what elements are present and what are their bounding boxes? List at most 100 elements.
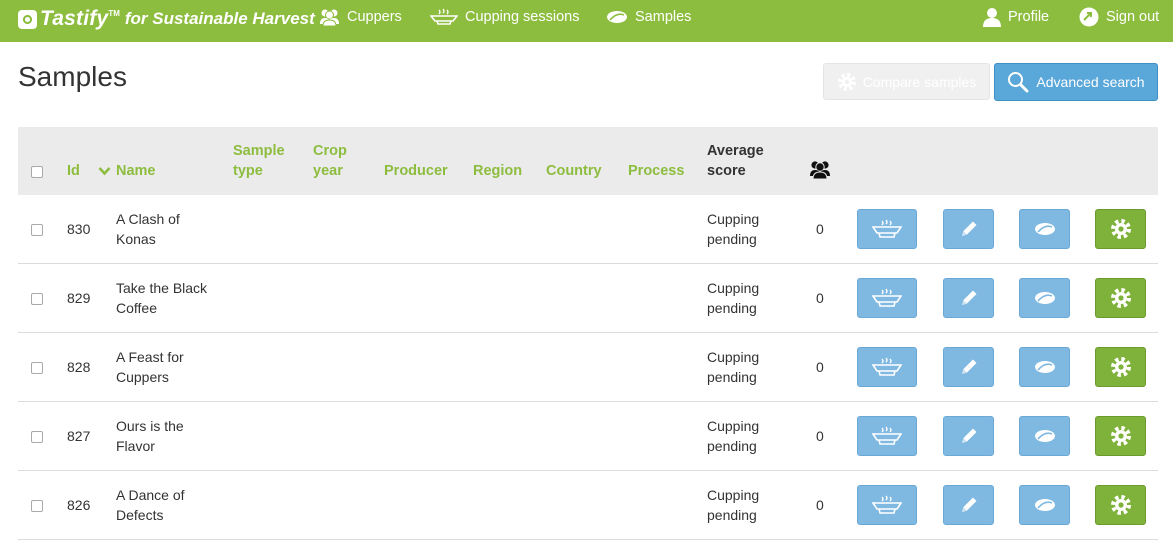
edit-sample-button[interactable]: [943, 485, 994, 525]
cup-icon: [872, 357, 902, 376]
compare-samples-button[interactable]: Compare samples: [823, 63, 990, 100]
sample-settings-button[interactable]: [1095, 416, 1146, 456]
view-sample-button[interactable]: [1019, 485, 1070, 525]
cuppers-count: 0: [816, 428, 824, 444]
average-score-line2: pending: [707, 369, 757, 385]
nav-profile[interactable]: Profile: [983, 0, 1049, 34]
cup-sample-button[interactable]: [857, 278, 917, 318]
sample-name-link[interactable]: A Feast for Cuppers: [116, 347, 184, 387]
advanced-search-button[interactable]: Advanced search: [994, 63, 1158, 101]
column-header-sample-type-line2: type: [233, 163, 263, 179]
column-header-process[interactable]: Process: [628, 161, 684, 181]
view-sample-button[interactable]: [1019, 278, 1070, 318]
row-select-checkbox[interactable]: [31, 362, 43, 374]
sample-name-line1: Ours is the: [116, 418, 184, 434]
cuppers-count: 0: [816, 359, 824, 375]
chevron-down-icon: [98, 167, 111, 176]
brand-name: Tastify: [40, 7, 109, 30]
bean-icon: [607, 11, 627, 23]
row-select-checkbox[interactable]: [31, 293, 43, 305]
cup-icon: [872, 426, 902, 445]
gear-icon: [1110, 495, 1131, 515]
sample-name-link[interactable]: A Clash of Konas: [116, 209, 180, 249]
row-select-checkbox[interactable]: [31, 431, 43, 443]
sample-id: 829: [67, 290, 91, 306]
sample-settings-button[interactable]: [1095, 278, 1146, 318]
brand-logo-link[interactable]: Tastify TM for Sustainable Harvest: [18, 6, 315, 32]
edit-sample-button[interactable]: [943, 347, 994, 387]
average-score-line1: Cupping: [707, 349, 760, 365]
nav-samples[interactable]: Samples: [606, 0, 691, 34]
cuppers-count: 0: [816, 497, 824, 513]
view-sample-button[interactable]: [1019, 347, 1070, 387]
column-header-producer[interactable]: Producer: [384, 161, 448, 181]
sample-settings-button[interactable]: [1095, 209, 1146, 249]
nav-samples-label: Samples: [635, 9, 692, 25]
cup-icon: [872, 288, 902, 307]
sample-settings-button[interactable]: [1095, 485, 1146, 525]
gear-icon: [837, 72, 856, 91]
column-header-crop-year-line1: Crop: [313, 143, 347, 159]
compare-samples-label: Compare samples: [862, 73, 977, 90]
sample-name-line2: Coffee: [116, 300, 157, 316]
column-header-crop-year[interactable]: Crop year: [313, 141, 347, 181]
nav-profile-label: Profile: [1008, 9, 1050, 25]
cup-icon: [872, 495, 902, 514]
bean-icon: [1034, 292, 1055, 304]
column-header-average-score[interactable]: Average score: [707, 141, 764, 181]
sample-settings-button[interactable]: [1095, 347, 1146, 387]
sample-name-line1: A Feast for: [116, 349, 184, 365]
sample-name-link[interactable]: A Dance of Defects: [116, 485, 185, 525]
average-score-line1: Cupping: [707, 487, 760, 503]
average-score: Cupping pending: [707, 347, 759, 387]
nav-sign-out[interactable]: Sign out: [1079, 0, 1159, 34]
average-score: Cupping pending: [707, 209, 759, 249]
brand-trademark: TM: [108, 9, 120, 18]
advanced-search-label: Advanced search: [1036, 74, 1145, 90]
nav-cuppers[interactable]: Cuppers: [319, 0, 402, 34]
sample-name-line2: Konas: [116, 231, 156, 247]
user-icon: [983, 8, 1001, 27]
column-header-country[interactable]: Country: [546, 161, 602, 181]
column-header-sample-type-line1: Sample: [233, 143, 285, 159]
cup-sample-button[interactable]: [857, 416, 917, 456]
edit-sample-button[interactable]: [943, 278, 994, 318]
table-row: 830 A Clash of Konas Cupping pending 0: [18, 195, 1158, 264]
average-score: Cupping pending: [707, 278, 759, 318]
row-select-checkbox[interactable]: [31, 224, 43, 236]
column-header-name[interactable]: Name: [98, 161, 156, 181]
brand-subtitle: for Sustainable Harvest: [124, 9, 315, 28]
pencil-icon: [961, 428, 976, 443]
column-header-region[interactable]: Region: [473, 161, 522, 181]
view-sample-button[interactable]: [1019, 416, 1070, 456]
logo-icon: [18, 9, 37, 29]
column-header-average-score-line2: score: [707, 163, 746, 179]
sample-id: 830: [67, 221, 91, 237]
nav-cuppers-label: Cuppers: [347, 9, 402, 25]
edit-sample-button[interactable]: [943, 209, 994, 249]
pencil-icon: [961, 221, 976, 236]
column-header-average-score-line1: Average: [707, 143, 764, 159]
select-all-checkbox[interactable]: [31, 166, 43, 178]
edit-sample-button[interactable]: [943, 416, 994, 456]
cuppers-count-icon: [810, 161, 830, 179]
sample-name-line1: A Clash of: [116, 211, 180, 227]
average-score: Cupping pending: [707, 416, 759, 456]
average-score-line2: pending: [707, 438, 757, 454]
average-score: Cupping pending: [707, 485, 759, 525]
sample-name-line2: Cuppers: [116, 369, 169, 385]
row-select-checkbox[interactable]: [31, 500, 43, 512]
bean-icon: [1034, 223, 1055, 235]
view-sample-button[interactable]: [1019, 209, 1070, 249]
cup-sample-button[interactable]: [857, 209, 917, 249]
bean-icon: [1034, 499, 1055, 511]
column-header-sample-type[interactable]: Sample type: [233, 141, 285, 181]
sample-name-line1: Take the Black: [116, 280, 208, 296]
cup-sample-button[interactable]: [857, 347, 917, 387]
nav-sign-out-label: Sign out: [1106, 9, 1160, 25]
column-header-id[interactable]: Id: [67, 161, 80, 181]
sample-name-link[interactable]: Ours is the Flavor: [116, 416, 184, 456]
cup-sample-button[interactable]: [857, 485, 917, 525]
nav-cupping-sessions[interactable]: Cupping sessions: [430, 0, 579, 34]
sample-name-link[interactable]: Take the Black Coffee: [116, 278, 207, 318]
